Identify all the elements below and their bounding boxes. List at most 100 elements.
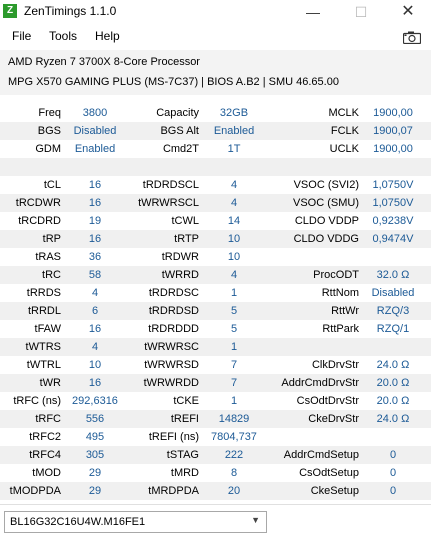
timing-label: tRTP (174, 233, 199, 245)
timing-label: tRDWR (161, 251, 199, 263)
timing-value: 0,9474V (372, 233, 414, 245)
timing-label: tWRWRSC (144, 341, 199, 353)
timing-label: Freq (38, 107, 61, 119)
timing-value: 0,9238V (372, 215, 414, 227)
divider (0, 504, 431, 505)
timing-label: tRCDRD (18, 215, 61, 227)
timing-label: FCLK (330, 125, 359, 137)
maximize-button[interactable]: ☐ (338, 0, 384, 24)
timing-value: 1,0750V (372, 179, 414, 191)
timing-label: tWRWRSD (144, 359, 199, 371)
timing-label: tRP (42, 233, 61, 245)
timing-value: 1900,00 (373, 107, 413, 119)
timing-label: tWTRS (25, 341, 61, 353)
timing-label: VSOC (SMU) (293, 197, 359, 209)
timing-label: ClkDrvStr (311, 359, 359, 371)
camera-icon[interactable] (403, 31, 421, 44)
timing-value: 10 (227, 251, 241, 263)
timing-label: tWR (39, 377, 61, 389)
section-spacer (0, 158, 431, 176)
timing-label: CsOdtDrvStr (296, 395, 359, 407)
timing-label: tRRDL (27, 305, 61, 317)
timing-value: 20.0 Ω (376, 377, 410, 389)
timing-label: CLDO VDDG (293, 233, 359, 245)
timing-label: CLDO VDDP (294, 215, 359, 227)
timing-value: Disabled (371, 287, 415, 299)
timing-value: 7804,737 (211, 431, 257, 443)
timing-label: BGS Alt (160, 125, 199, 137)
timing-label: GDM (35, 143, 61, 155)
timing-label: tRFC2 (29, 431, 61, 443)
timing-value: RZQ/3 (376, 305, 410, 317)
timing-label: Cmd2T (162, 143, 199, 155)
menu-tools[interactable]: Tools (49, 29, 77, 43)
timing-label: CkeSetup (310, 485, 359, 497)
timing-label: RttWr (331, 305, 359, 317)
timing-label: tRDRDSD (148, 305, 199, 317)
timing-label: CsOdtSetup (299, 467, 359, 479)
timing-label: VSOC (SVI2) (293, 179, 359, 191)
timing-label: tWRWRSCL (138, 197, 199, 209)
timing-label: tWRRD (161, 269, 199, 281)
timing-label: AddrCmdSetup (283, 449, 359, 461)
timing-label: tFAW (34, 323, 61, 335)
close-button[interactable]: ✕ (385, 0, 431, 24)
timing-value: 0 (389, 449, 397, 461)
timing-value: 1 (230, 341, 238, 353)
timing-label: tCL (43, 179, 61, 191)
memory-module-select[interactable]: BL16G32C16U4W.M16FE1 ▼ (4, 511, 267, 533)
timing-label: UCLK (329, 143, 359, 155)
menu-help[interactable]: Help (95, 29, 120, 43)
timing-label: tCKE (173, 395, 199, 407)
timing-label: tRCDWR (15, 197, 61, 209)
timing-label: tMRDPDA (148, 485, 199, 497)
timing-label: tREFI (170, 413, 199, 425)
system-info-panel: AMD Ryzen 7 3700X 8-Core Processor MPG X… (0, 50, 431, 95)
timing-label: tRDRDSCL (142, 179, 199, 191)
chevron-down-icon: ▼ (251, 515, 260, 525)
timing-label: BGS (37, 125, 61, 137)
timing-label: tRDRDDD (148, 323, 199, 335)
timing-label: tREFI (ns) (148, 431, 199, 443)
timing-label: tRAS (35, 251, 61, 263)
timing-label: tRFC (ns) (13, 395, 61, 407)
timing-label: tRFC (35, 413, 61, 425)
menu-file[interactable]: File (12, 29, 31, 43)
timing-value: 24.0 Ω (376, 359, 410, 371)
minimize-button[interactable]: — (290, 0, 336, 24)
timing-label: tRDRDSC (148, 287, 199, 299)
timing-label: tRFC4 (29, 449, 61, 461)
timing-label: tMRD (170, 467, 199, 479)
timing-label: AddrCmdDrvStr (281, 377, 359, 389)
selected-module: BL16G32C16U4W.M16FE1 (10, 516, 146, 528)
timing-label: MCLK (328, 107, 359, 119)
menu-bar: File Tools Help (0, 27, 431, 47)
timing-value: RZQ/1 (376, 323, 410, 335)
window-title: ZenTimings 1.1.0 (24, 4, 117, 18)
timing-value: 32.0 Ω (376, 269, 410, 281)
timing-label: RttPark (322, 323, 359, 335)
timing-value: 1,0750V (372, 197, 414, 209)
timing-label: tSTAG (166, 449, 199, 461)
timing-value: 0 (389, 467, 397, 479)
timing-label: ProcODT (313, 269, 359, 281)
timing-label: tRC (42, 269, 61, 281)
timing-label: RttNom (321, 287, 359, 299)
timing-label: tWTRL (26, 359, 61, 371)
title-bar: Z ZenTimings 1.1.0 — ☐ ✕ (0, 0, 431, 24)
timing-label: CkeDrvStr (308, 413, 359, 425)
timing-value: 24.0 Ω (376, 413, 410, 425)
timing-label: tCWL (171, 215, 200, 227)
timing-label: tMOD (32, 467, 61, 479)
timing-value: 0 (389, 485, 397, 497)
timing-label: Capacity (156, 107, 199, 119)
cpu-name: AMD Ryzen 7 3700X 8-Core Processor (8, 56, 200, 68)
timing-label: tWRWRDD (143, 377, 199, 389)
timing-value: 20.0 Ω (376, 395, 410, 407)
timing-label: tMODPDA (9, 485, 61, 497)
board-info: MPG X570 GAMING PLUS (MS-7C37) | BIOS A.… (8, 76, 339, 88)
timing-value: 1900,00 (373, 143, 413, 155)
timing-label: tRRDS (26, 287, 61, 299)
app-logo-icon: Z (3, 4, 17, 18)
timing-value: 1900,07 (373, 125, 413, 137)
